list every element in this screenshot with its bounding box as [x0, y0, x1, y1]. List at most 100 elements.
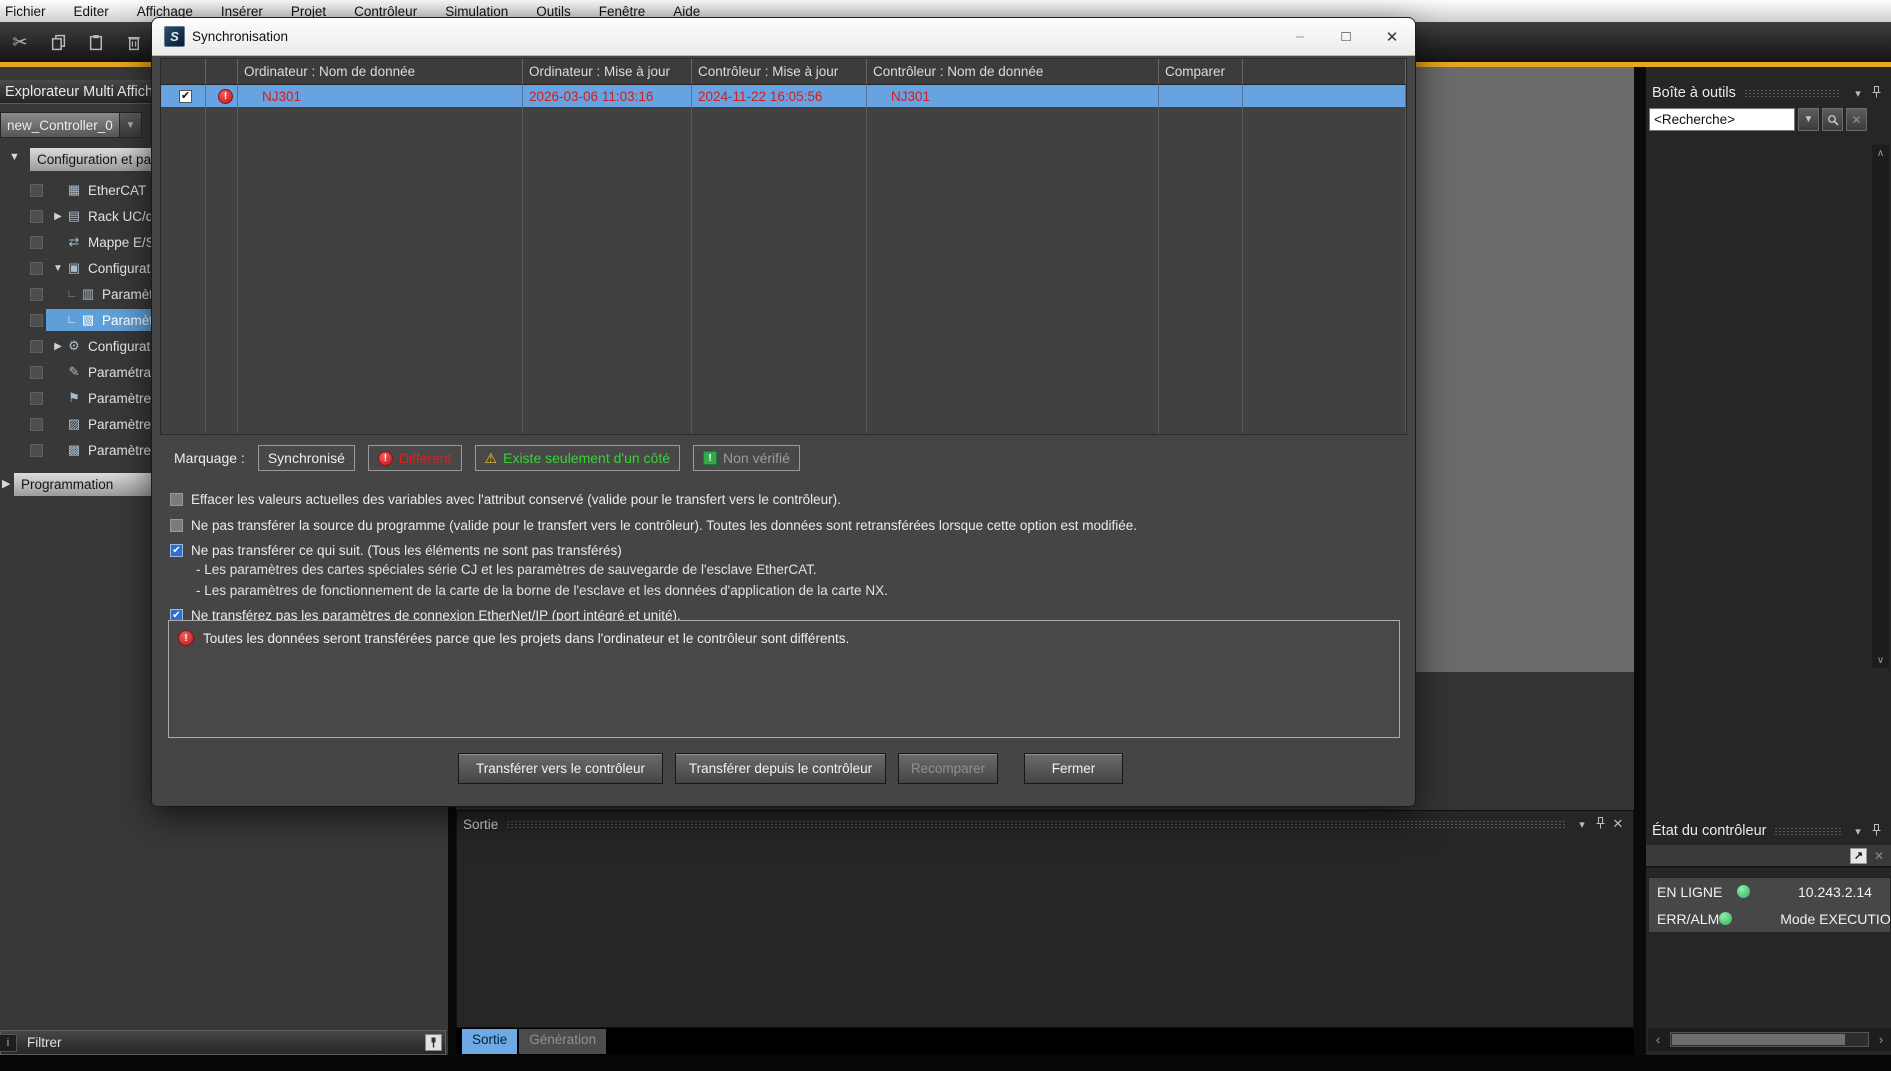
legend-synchronized-button[interactable]: Synchronisé — [258, 445, 355, 471]
column-empty — [1243, 59, 1406, 85]
close-dialog-button[interactable]: Fermer — [1024, 753, 1123, 784]
tree-collapsed-icon[interactable]: ▶ — [51, 341, 65, 352]
controller-setup-icon: ▣ — [65, 260, 83, 276]
menu-aide[interactable]: Aide — [659, 4, 714, 19]
tree-checkbox[interactable] — [30, 210, 43, 223]
table-row-nj301[interactable]: ✔ ! NJ301 2026-03-06 11:03:16 2024-11-22… — [161, 85, 1406, 107]
maximize-button[interactable]: □ — [1323, 22, 1369, 52]
option-do-not-transfer-following[interactable]: ✔ Ne pas transférer ce qui suit. (Tous l… — [170, 543, 622, 558]
chevron-down-icon[interactable]: ▼ — [119, 113, 141, 137]
delete-icon[interactable] — [122, 30, 146, 54]
popout-icon[interactable]: ↗ — [1850, 848, 1867, 864]
tree-checkbox[interactable] — [30, 340, 43, 353]
gear-icon: ⚙ — [65, 338, 83, 354]
close-icon[interactable]: ✕ — [1609, 816, 1627, 832]
option-sub-nx-unit: - Les paramètres de fonctionnement de la… — [196, 583, 888, 598]
tree-checkbox[interactable] — [30, 236, 43, 249]
tree-expanded-icon[interactable]: ▼ — [51, 263, 65, 274]
tree-checkbox[interactable] — [30, 314, 43, 327]
column-compare[interactable]: Comparer — [1159, 59, 1243, 85]
pin-icon[interactable] — [1591, 817, 1609, 832]
tree-checkbox[interactable] — [30, 444, 43, 457]
menu-editer[interactable]: Editer — [60, 4, 123, 19]
group-expanded-icon[interactable]: ▼ — [9, 151, 20, 163]
sync-message-box: ! Toutes les données seront transférées … — [168, 620, 1400, 738]
tab-sortie[interactable]: Sortie — [462, 1029, 517, 1054]
menu-inserer[interactable]: Insérer — [207, 4, 277, 19]
option-no-program-source[interactable]: Ne pas transférer la source du programme… — [170, 518, 1137, 533]
copy-icon[interactable] — [46, 30, 70, 54]
different-status-icon: ! — [218, 89, 233, 104]
chevron-down-icon[interactable]: ▾ — [1573, 818, 1591, 831]
tree-checkbox[interactable] — [30, 262, 43, 275]
column-computer-updated[interactable]: Ordinateur : Mise à jour — [523, 59, 692, 85]
tree-checkbox[interactable] — [30, 418, 43, 431]
cell-controller-updated: 2024-11-22 16:05:56 — [692, 85, 867, 107]
filter-pin-button[interactable] — [425, 1034, 442, 1051]
eip-settings-icon: ▧ — [79, 312, 97, 328]
search-dropdown-button[interactable]: ▼ — [1798, 108, 1819, 131]
legend-different-button[interactable]: ! Différent — [368, 445, 462, 471]
chevron-down-icon[interactable]: ▾ — [1849, 87, 1867, 100]
pen-icon: ✎ — [65, 364, 83, 380]
group-collapsed-icon[interactable]: ▶ — [2, 477, 10, 490]
scroll-right-icon[interactable]: › — [1871, 1032, 1891, 1047]
scroll-down-icon[interactable]: ∨ — [1872, 652, 1889, 668]
pin-icon[interactable] — [1867, 86, 1885, 101]
close-icon[interactable]: ✕ — [1871, 849, 1887, 863]
checkbox-unchecked[interactable] — [170, 519, 183, 532]
scroll-up-icon[interactable]: ∧ — [1872, 145, 1889, 161]
menu-fichier[interactable]: Fichier — [0, 4, 60, 19]
tree-checkbox[interactable] — [30, 392, 43, 405]
toolbox-scrollbar[interactable]: ∧ ∨ — [1872, 145, 1889, 668]
legend-one-side-button[interactable]: ⚠ Existe seulement d'un côté — [475, 445, 680, 471]
table-header-row: Ordinateur : Nom de donnée Ordinateur : … — [161, 59, 1406, 85]
search-input[interactable] — [1649, 108, 1795, 131]
scroll-left-icon[interactable]: ‹ — [1648, 1032, 1668, 1047]
checkbox-checked[interactable]: ✔ — [170, 544, 183, 557]
tree-checkbox[interactable] — [30, 184, 43, 197]
menu-controleur[interactable]: Contrôleur — [340, 4, 431, 19]
online-status-dot — [1737, 885, 1750, 898]
filter-label[interactable]: Filtrer — [27, 1035, 425, 1050]
menu-affichage[interactable]: Affichage — [123, 4, 207, 19]
chevron-down-icon[interactable]: ▾ — [1849, 825, 1867, 838]
transfer-to-controller-button[interactable]: Transférer vers le contrôleur — [458, 753, 663, 784]
tree-branch-icon: ∟ — [65, 314, 79, 326]
close-button[interactable]: ✕ — [1369, 22, 1415, 52]
column-controller-name[interactable]: Contrôleur : Nom de donnée — [867, 59, 1159, 85]
menu-simulation[interactable]: Simulation — [431, 4, 522, 19]
recompare-button[interactable]: Recomparer — [898, 753, 998, 784]
tree-checkbox[interactable] — [30, 366, 43, 379]
column-computer-name[interactable]: Ordinateur : Nom de donnée — [238, 59, 523, 85]
dialog-title-bar[interactable]: S Synchronisation – □ ✕ — [152, 18, 1415, 56]
checkbox-unchecked[interactable] — [170, 493, 183, 506]
menu-fenetre[interactable]: Fenêtre — [585, 4, 660, 19]
panel-divider-right[interactable] — [1634, 67, 1646, 1055]
minimize-button[interactable]: – — [1277, 22, 1323, 52]
transfer-from-controller-button[interactable]: Transférer depuis le contrôleur — [675, 753, 886, 784]
pin-icon[interactable] — [1867, 824, 1885, 839]
menu-outils[interactable]: Outils — [522, 4, 585, 19]
controller-dropdown-value: new_Controller_0 — [1, 118, 119, 133]
column-controller-updated[interactable]: Contrôleur : Mise à jour — [692, 59, 867, 85]
scrollbar-thumb[interactable] — [1672, 1034, 1845, 1045]
tree-collapsed-icon[interactable]: ▶ — [51, 211, 65, 222]
search-icon[interactable] — [1822, 108, 1843, 131]
status-horizontal-scrollbar[interactable]: ‹ › — [1648, 1028, 1891, 1051]
scrollbar-track[interactable] — [1670, 1032, 1869, 1047]
legend-unverified-button[interactable]: ! Non vérifié — [693, 445, 800, 471]
paste-icon[interactable] — [84, 30, 108, 54]
menu-projet[interactable]: Projet — [277, 4, 340, 19]
tree-checkbox[interactable] — [30, 288, 43, 301]
header-dots — [1774, 827, 1841, 836]
controller-status-toolbar: ↗ ✕ — [1646, 845, 1891, 868]
cut-icon[interactable]: ✂ — [8, 30, 32, 54]
controller-dropdown[interactable]: new_Controller_0 ▼ — [0, 112, 142, 138]
clear-search-icon[interactable]: ✕ — [1846, 108, 1867, 131]
option-clear-retained[interactable]: Effacer les valeurs actuelles des variab… — [170, 492, 841, 507]
sync-comparison-table: Ordinateur : Nom de donnée Ordinateur : … — [160, 58, 1407, 435]
unverified-icon: ! — [703, 451, 717, 465]
tab-generation[interactable]: Génération — [519, 1029, 606, 1054]
row-checkbox[interactable]: ✔ — [179, 90, 192, 103]
